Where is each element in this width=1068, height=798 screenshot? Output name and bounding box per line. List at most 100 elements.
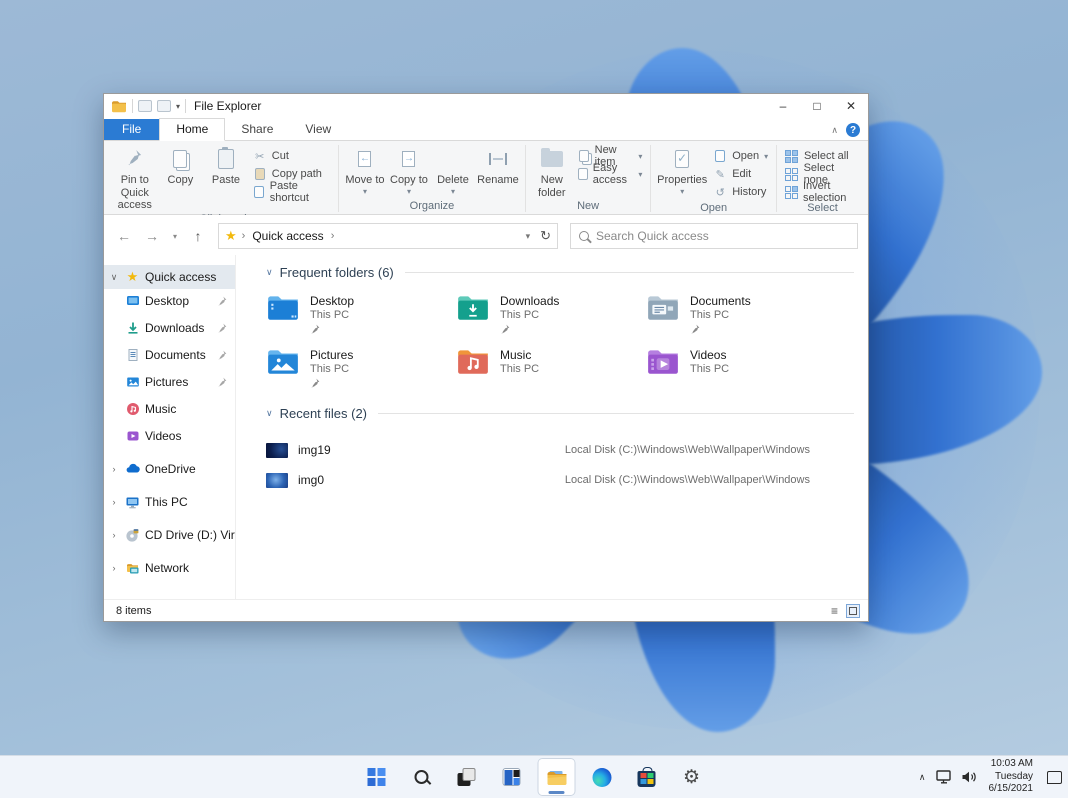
close-button[interactable]: ✕ — [834, 94, 868, 118]
tab-home[interactable]: Home — [159, 118, 226, 141]
qat-new-folder-icon[interactable] — [157, 100, 171, 112]
pin-icon — [310, 324, 354, 334]
sidebar-item-videos[interactable]: Videos — [104, 424, 235, 448]
file-explorer-window: ▾ File Explorer – □ ✕ File Home Share Vi… — [103, 93, 869, 622]
sidebar-item-downloads[interactable]: Downloads — [104, 316, 235, 340]
taskbar-file-explorer-button[interactable] — [538, 759, 575, 795]
settings-button[interactable]: ⚙ — [674, 759, 710, 795]
move-to-button[interactable]: ← Move to ▾ — [343, 143, 387, 196]
taskbar: ⚙ ∧ 10:03 AM Tuesday 6/15/2021 — [0, 755, 1068, 798]
open-button[interactable]: Open ▾ — [709, 147, 772, 165]
tray-overflow-chevron-icon[interactable]: ∧ — [917, 772, 928, 783]
copy-path-icon — [253, 167, 267, 181]
breadcrumb-chevron-icon[interactable]: › — [242, 230, 246, 242]
chevron-down-icon[interactable]: ∨ — [108, 272, 120, 283]
folder-tile-desktop[interactable]: Desktop This PC — [266, 294, 456, 334]
edge-button[interactable] — [584, 759, 620, 795]
help-icon[interactable]: ? — [846, 123, 860, 137]
new-folder-button[interactable]: New folder — [530, 143, 574, 199]
title-bar: ▾ File Explorer – □ ✕ — [104, 94, 868, 118]
maximize-button[interactable]: □ — [800, 94, 834, 118]
invert-selection-button[interactable]: Invert selection — [781, 180, 864, 204]
section-chevron-icon[interactable]: ∨ — [266, 267, 273, 278]
refresh-icon[interactable]: ↻ — [540, 228, 551, 244]
edit-button[interactable]: ✎ Edit — [709, 165, 772, 183]
start-button[interactable] — [359, 759, 395, 795]
sidebar-item-onedrive[interactable]: › OneDrive — [104, 457, 235, 481]
back-button[interactable]: ← — [112, 225, 136, 247]
pictures-folder-icon — [268, 350, 298, 374]
qat-properties-icon[interactable] — [138, 100, 152, 112]
chevron-right-icon[interactable]: › — [108, 530, 120, 540]
network-icon[interactable] — [935, 770, 953, 784]
details-view-button[interactable]: ≡ — [831, 604, 838, 618]
pin-icon — [217, 350, 227, 360]
sidebar-item-network[interactable]: › Network — [104, 556, 235, 580]
copy-button[interactable]: Copy — [158, 143, 204, 187]
taskbar-search-button[interactable] — [404, 759, 440, 795]
qat-customize-dropdown-icon[interactable]: ▾ — [176, 102, 180, 111]
copy-to-button[interactable]: → Copy to ▾ — [387, 143, 431, 196]
collapse-ribbon-icon[interactable]: ∧ — [831, 125, 838, 136]
search-input[interactable] — [596, 229, 849, 243]
paste-button[interactable]: Paste — [203, 143, 249, 187]
sidebar-item-quick-access[interactable]: ∨ ★ Quick access — [104, 265, 235, 289]
folder-tile-pictures[interactable]: Pictures This PC — [266, 348, 456, 388]
window-title: File Explorer — [194, 99, 262, 113]
chevron-right-icon[interactable]: › — [108, 497, 120, 507]
breadcrumb-quick-access[interactable]: Quick access — [250, 227, 325, 245]
history-button[interactable]: ↺ History — [709, 183, 772, 201]
sidebar-item-pictures[interactable]: Pictures — [104, 370, 235, 394]
item-count: 8 items — [116, 604, 152, 617]
recent-file-row[interactable]: img19 Local Disk (C:)\Windows\Web\Wallpa… — [266, 435, 868, 465]
notification-center-icon[interactable] — [1047, 770, 1062, 784]
onedrive-icon — [125, 462, 140, 477]
search-box[interactable] — [570, 223, 858, 249]
chevron-right-icon[interactable]: › — [108, 464, 120, 474]
frequent-folders-header[interactable]: ∨ Frequent folders (6) — [266, 265, 868, 280]
tab-view[interactable]: View — [289, 119, 347, 140]
forward-button[interactable]: → — [140, 225, 164, 247]
widgets-button[interactable] — [494, 759, 530, 795]
address-bar[interactable]: ★ › Quick access › ▾ ↻ — [218, 223, 558, 249]
task-view-button[interactable] — [449, 759, 485, 795]
pin-to-quick-access-button[interactable]: Pin to Quick access — [112, 143, 158, 212]
volume-icon[interactable] — [961, 770, 977, 784]
tab-share[interactable]: Share — [225, 119, 289, 140]
up-button[interactable]: ↑ — [186, 225, 210, 247]
recent-locations-dropdown-icon[interactable]: ▾ — [168, 225, 182, 247]
microsoft-store-button[interactable] — [629, 759, 665, 795]
delete-button[interactable]: Delete ▾ — [431, 143, 475, 196]
folder-tile-videos[interactable]: Videos This PC — [646, 348, 836, 388]
pictures-icon — [125, 375, 140, 390]
tray-clock[interactable]: 10:03 AM Tuesday 6/15/2021 — [985, 758, 1038, 796]
recent-files-list: img19 Local Disk (C:)\Windows\Web\Wallpa… — [266, 435, 868, 495]
address-dropdown-icon[interactable]: ▾ — [526, 231, 531, 242]
folder-tile-music[interactable]: Music This PC — [456, 348, 646, 388]
file-explorer-icon — [112, 100, 126, 112]
sidebar-item-music[interactable]: Music — [104, 397, 235, 421]
large-icons-view-button[interactable] — [846, 603, 860, 618]
sidebar-item-documents[interactable]: Documents — [104, 343, 235, 367]
minimize-button[interactable]: – — [766, 94, 800, 118]
desktop-icon — [125, 294, 140, 309]
sidebar-item-cd-drive[interactable]: › CD Drive (D:) Virtuall — [104, 523, 236, 547]
chevron-right-icon[interactable]: › — [108, 563, 120, 573]
paste-shortcut-button[interactable]: Paste shortcut — [249, 180, 334, 204]
ribbon: Pin to Quick access Copy Paste ✂ Cut Cop… — [104, 141, 868, 225]
tab-file[interactable]: File — [104, 119, 160, 140]
folder-tile-downloads[interactable]: Downloads This PC — [456, 294, 646, 334]
easy-access-button[interactable]: Easy access ▾ — [574, 162, 647, 186]
breadcrumb-chevron-icon[interactable]: › — [331, 230, 335, 242]
section-chevron-icon[interactable]: ∨ — [266, 408, 273, 419]
ribbon-group-select: Select all Select none Invert selection … — [777, 143, 868, 214]
properties-button[interactable]: ✓ Properties ▾ — [655, 143, 709, 196]
sidebar-item-this-pc[interactable]: › This PC — [104, 490, 235, 514]
recent-file-row[interactable]: img0 Local Disk (C:)\Windows\Web\Wallpap… — [266, 465, 868, 495]
recent-files-header[interactable]: ∨ Recent files (2) — [266, 406, 868, 421]
folder-tile-documents[interactable]: Documents This PC — [646, 294, 836, 334]
cut-button[interactable]: ✂ Cut — [249, 147, 334, 165]
cut-icon: ✂ — [255, 150, 265, 163]
rename-button[interactable]: Rename — [475, 143, 521, 187]
sidebar-item-desktop[interactable]: Desktop — [104, 289, 235, 313]
